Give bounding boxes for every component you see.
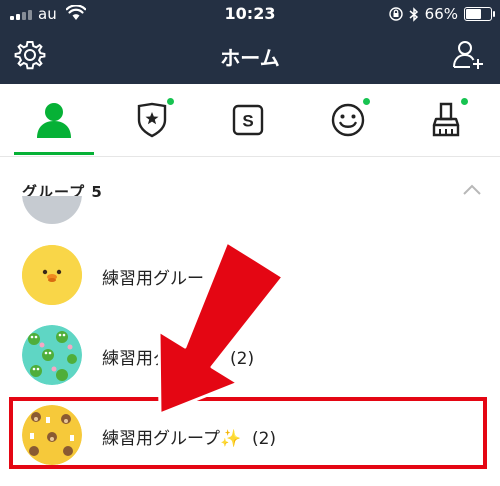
svg-text:S: S bbox=[242, 112, 253, 131]
tab-emoji[interactable] bbox=[318, 98, 378, 142]
app-header: ホーム bbox=[0, 28, 500, 84]
tab-badge-dot bbox=[167, 98, 174, 105]
battery-percentage: 66% bbox=[424, 5, 458, 23]
tab-sticker-shop[interactable]: S bbox=[218, 98, 278, 142]
friends-icon bbox=[37, 103, 71, 138]
add-friend-icon[interactable] bbox=[452, 39, 486, 71]
bluetooth-icon bbox=[409, 6, 418, 22]
battery-icon bbox=[464, 7, 495, 21]
tab-badge-dot bbox=[363, 98, 370, 105]
sticker-shop-s-icon: S bbox=[232, 104, 264, 136]
tab-bar: S bbox=[0, 84, 500, 157]
emoji-smile-icon bbox=[331, 103, 365, 137]
tab-friends[interactable] bbox=[24, 98, 84, 142]
highlight-box bbox=[9, 397, 487, 469]
orientation-lock-icon bbox=[388, 7, 403, 21]
page-title: ホーム bbox=[220, 46, 280, 70]
status-bar: au 10:23 66% bbox=[0, 0, 500, 28]
official-account-shield-icon bbox=[137, 102, 167, 138]
active-tab-indicator bbox=[14, 152, 94, 155]
group-avatar-partial[interactable] bbox=[22, 196, 82, 226]
group-name: 練習用グ (2) bbox=[102, 349, 255, 369]
group-member-count: (2) bbox=[230, 349, 255, 369]
tab-official-accounts[interactable] bbox=[122, 98, 182, 142]
group-name: 練習用グルー bbox=[102, 269, 204, 289]
tab-badge-dot bbox=[461, 98, 468, 105]
yellow-chick-avatar bbox=[22, 245, 82, 305]
theme-brush-icon bbox=[432, 102, 460, 137]
tab-themes[interactable] bbox=[416, 98, 476, 142]
chevron-up-icon[interactable] bbox=[462, 184, 482, 196]
green-frog-pattern-avatar bbox=[22, 325, 82, 385]
